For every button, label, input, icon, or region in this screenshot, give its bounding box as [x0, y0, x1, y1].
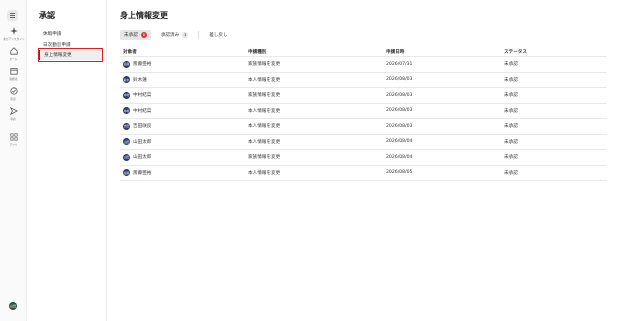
- avatar: 斎藤: [123, 169, 130, 177]
- user-avatar[interactable]: 山田: [9, 302, 17, 310]
- tab-label: 差し戻し: [209, 33, 228, 38]
- request-date-cell: 2026/08/05: [386, 170, 413, 176]
- page-title: 身上情報変更: [120, 11, 168, 20]
- tab-divider: [198, 31, 200, 39]
- rail-item-apps[interactable]: アプリ: [0, 133, 27, 147]
- status-tabs: 未承認 8 承認済み 3 差し戻し: [120, 30, 238, 40]
- request-date-cell: 2026/08/03: [386, 108, 413, 114]
- table-row[interactable]: 斎藤 斎藤亜裕 本人情報を変更 2026/08/05 未承認: [120, 166, 607, 181]
- request-type-cell: 本人情報を変更: [248, 108, 281, 114]
- request-type-cell: 家族情報を変更: [248, 155, 281, 161]
- request-type-cell: 本人情報を変更: [248, 170, 281, 176]
- table-header: 対象者 申請種別 申請日時 ステータス: [120, 47, 607, 57]
- tab-approved[interactable]: 承認済み 3: [157, 30, 192, 40]
- avatar: 中村: [123, 91, 130, 99]
- rail-item-attendance[interactable]: 勤務表: [0, 67, 27, 81]
- requests-table: 対象者 申請種別 申請日時 ステータス 斎藤 斎藤亜裕 家族情報を変更 2026/07…: [120, 47, 607, 181]
- avatar: 鈴木: [123, 76, 130, 84]
- request-type-cell: 本人情報を変更: [248, 77, 281, 83]
- request-date-cell: 2026/08/03: [386, 92, 413, 98]
- avatar: 中村: [123, 107, 130, 115]
- table-row[interactable]: 鈴木 鈴木蓮 本人情報を変更 2026/08/03 未承認: [120, 73, 607, 88]
- table-row[interactable]: 中村 中村結菜 家族情報を変更 2026/08/03 未承認: [120, 88, 607, 104]
- status-cell: 未承認: [504, 93, 518, 99]
- status-cell: 未承認: [504, 170, 518, 176]
- subject-name: 中村結菜: [133, 93, 152, 99]
- icon-rail: あびアシスタント ホーム 勤務表 承認 申請 アプリ 山田: [0, 0, 27, 321]
- selection-highlight: [38, 48, 103, 62]
- avatar: 吉田: [123, 122, 130, 130]
- request-date-cell: 2026/08/04: [386, 139, 413, 145]
- column-header-status[interactable]: ステータス: [504, 49, 607, 55]
- subject-cell: 鈴木 鈴木蓮: [120, 76, 248, 84]
- avatar: 山田: [123, 138, 130, 146]
- rail-label: あびアシスタント: [2, 37, 25, 41]
- menu-icon[interactable]: [7, 10, 18, 21]
- subject-name: 山田太郎: [133, 139, 152, 145]
- subject-cell: 斎藤 斎藤亜裕: [120, 60, 248, 68]
- tab-label: 承認済み: [160, 33, 180, 38]
- subject-cell: 中村 中村結菜: [120, 91, 248, 99]
- status-cell: 未承認: [504, 139, 518, 145]
- subject-name: 斎藤亜裕: [133, 170, 152, 176]
- rail-item-assistant[interactable]: あびアシスタント: [0, 27, 27, 41]
- request-date-cell: 2026/08/04: [386, 154, 413, 160]
- status-cell: 未承認: [504, 62, 518, 68]
- subject-name: 中村結菜: [133, 108, 152, 114]
- request-date-cell: 2026/08/03: [386, 123, 413, 129]
- rail-label: ホーム: [9, 57, 18, 61]
- subject-cell: 斎藤 斎藤亜裕: [120, 169, 248, 177]
- subject-name: 鈴木蓮: [133, 77, 147, 83]
- table-row[interactable]: 山田 山田太郎 本人情報を変更 2026/08/04 未承認: [120, 135, 607, 150]
- column-header-subject[interactable]: 対象者: [120, 49, 248, 55]
- send-icon: [9, 107, 18, 115]
- request-type-cell: 家族情報を変更: [248, 93, 281, 99]
- table-row[interactable]: 斎藤 斎藤亜裕 家族情報を変更 2026/07/31 未承認: [120, 57, 607, 73]
- subject-cell: 山田 山田太郎: [120, 153, 248, 161]
- avatar: 斎藤: [123, 60, 130, 68]
- rail-item-request[interactable]: 申請: [0, 107, 27, 121]
- table-row[interactable]: 中村 中村結菜 本人情報を変更 2026/08/03 未承認: [120, 104, 607, 119]
- subject-name: 吉田咲良: [133, 124, 152, 130]
- subject-cell: 山田 山田太郎: [120, 138, 248, 146]
- request-type-cell: 家族情報を変更: [248, 62, 281, 68]
- tab-returned[interactable]: 差し戻し: [205, 30, 231, 40]
- count-badge: 3: [182, 32, 189, 38]
- panel-title: 承認: [39, 11, 55, 20]
- column-header-date[interactable]: 申請日時: [386, 49, 504, 55]
- subject-cell: 吉田 吉田咲良: [120, 122, 248, 130]
- status-cell: 未承認: [504, 124, 518, 130]
- table-row[interactable]: 吉田 吉田咲良 本人情報を変更 2026/08/03 未承認: [120, 119, 607, 135]
- rail-label: 申請: [10, 117, 17, 121]
- main-content: 身上情報変更 未承認 8 承認済み 3 差し戻し 対象者 申請種別 申請日時 ス…: [108, 0, 625, 321]
- sparkle-icon: [9, 27, 18, 35]
- column-header-type[interactable]: 申請種別: [248, 49, 386, 55]
- avatar: 山田: [123, 153, 130, 161]
- rail-item-approval[interactable]: 承認: [0, 87, 27, 101]
- status-cell: 未承認: [504, 155, 518, 161]
- subject-name: 斎藤亜裕: [133, 62, 152, 68]
- panel-item-leave-request[interactable]: 休暇申請: [39, 29, 102, 39]
- home-icon: [9, 47, 18, 55]
- status-cell: 未承認: [504, 108, 518, 114]
- rail-label: 勤務表: [9, 77, 18, 81]
- grid-icon: [9, 133, 18, 141]
- subject-cell: 中村 中村結菜: [120, 107, 248, 115]
- request-date-cell: 2026/07/31: [386, 61, 413, 67]
- count-badge: 8: [140, 32, 147, 38]
- tab-unapproved[interactable]: 未承認 8: [120, 30, 151, 40]
- rail-label: アプリ: [9, 143, 18, 147]
- request-date-cell: 2026/08/03: [386, 77, 413, 83]
- rail-label: 承認: [10, 97, 17, 101]
- status-cell: 未承認: [504, 77, 518, 83]
- check-circle-icon: [9, 87, 18, 95]
- table-row[interactable]: 山田 山田太郎 家族情報を変更 2026/08/04 未承認: [120, 150, 607, 166]
- tab-label: 未承認: [124, 33, 138, 38]
- calendar-icon: [9, 68, 18, 75]
- subject-name: 山田太郎: [133, 155, 152, 161]
- table-body: 斎藤 斎藤亜裕 家族情報を変更 2026/07/31 未承認 鈴木 鈴木蓮 本人情報を変更 20…: [120, 57, 607, 181]
- request-type-cell: 本人情報を変更: [248, 124, 281, 130]
- request-type-cell: 本人情報を変更: [248, 139, 281, 145]
- rail-item-home[interactable]: ホーム: [0, 47, 27, 61]
